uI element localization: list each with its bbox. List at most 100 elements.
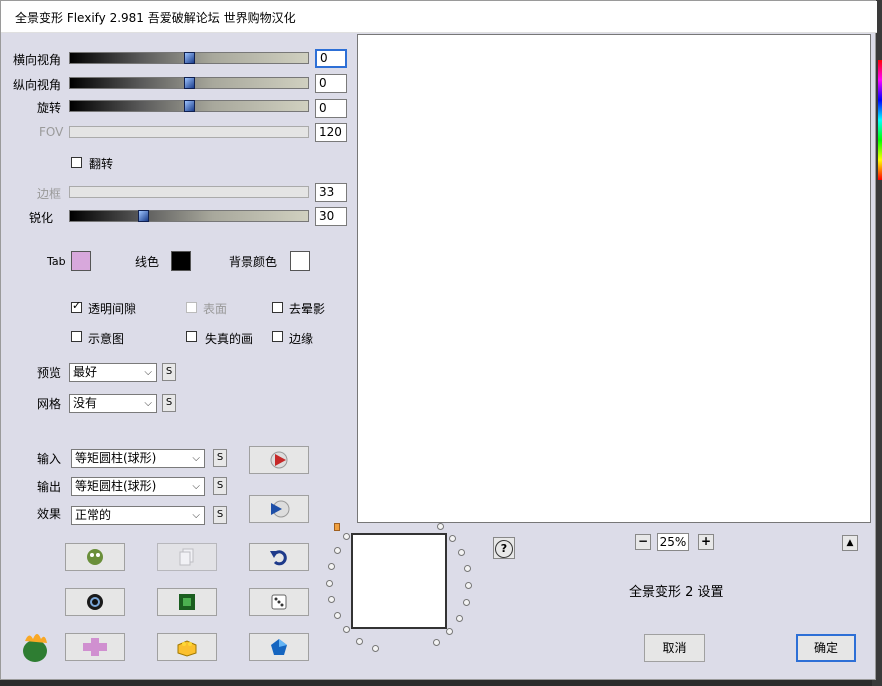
orbit-dot[interactable]: [465, 581, 473, 589]
orbit-dot[interactable]: [456, 614, 464, 622]
copy-button[interactable]: [157, 543, 217, 571]
sphere-button[interactable]: [65, 588, 125, 616]
slider-thumb[interactable]: [138, 210, 149, 222]
horizontal-view-slider[interactable]: [69, 52, 309, 64]
sharpen-slider[interactable]: [69, 210, 309, 222]
edge-checkbox[interactable]: [272, 331, 283, 342]
orbit-dot[interactable]: [463, 564, 471, 572]
orbit-dot[interactable]: [432, 638, 440, 646]
input-projection-select[interactable]: 等矩圆柱(球形) ⌵: [71, 449, 205, 468]
fov-slider: [69, 126, 309, 138]
input-label: 输入: [37, 452, 62, 466]
ok-button[interactable]: 确定: [796, 634, 856, 662]
transparent-gap-checkbox[interactable]: ✓: [71, 300, 82, 313]
undo-button[interactable]: [249, 543, 309, 571]
schematic-checkbox[interactable]: [71, 331, 82, 342]
chevron-down-icon: ⌵: [192, 510, 200, 521]
orbit-dot[interactable]: [462, 598, 470, 606]
rotate-input[interactable]: 0: [315, 99, 347, 118]
output-projection-select[interactable]: 等矩圆柱(球形) ⌵: [71, 477, 205, 496]
polyhedron-button[interactable]: [249, 633, 309, 661]
effect-value: 正常的: [75, 508, 112, 522]
grid-s-button[interactable]: S: [162, 394, 176, 412]
chevron-down-icon: ⌵: [144, 398, 152, 409]
orbit-dot[interactable]: [449, 534, 457, 542]
cancel-button[interactable]: 取消: [644, 634, 705, 662]
tile-button[interactable]: [65, 633, 125, 661]
effect-select[interactable]: 正常的 ⌵: [71, 506, 205, 525]
open-image-button[interactable]: [65, 543, 125, 571]
fov-input[interactable]: 120: [315, 123, 347, 142]
distortion-checkbox[interactable]: [186, 331, 197, 342]
zoom-out-button[interactable]: −: [635, 534, 651, 550]
label-fov: FOV: [39, 125, 64, 139]
color-strip: [878, 60, 882, 180]
play-red-icon: [270, 451, 288, 469]
lego-brick-icon: [177, 640, 197, 657]
slider-thumb[interactable]: [184, 100, 195, 112]
frog-icon: [87, 549, 103, 565]
surface-label: 表面: [203, 302, 228, 316]
line-color-swatch[interactable]: [171, 251, 191, 271]
vertical-view-slider[interactable]: [69, 77, 309, 89]
mini-preview[interactable]: [351, 533, 447, 629]
input-s-button[interactable]: S: [213, 449, 227, 467]
cube-button[interactable]: [157, 633, 217, 661]
frame-button[interactable]: [157, 588, 217, 616]
slider-thumb[interactable]: [184, 77, 195, 89]
window-title: 全景变形 Flexify 2.981 吾爱破解论坛 世界购物汉化: [15, 11, 296, 25]
orbit-dot[interactable]: [325, 579, 333, 587]
effect-s-button[interactable]: S: [213, 506, 227, 524]
undo-icon: [270, 550, 287, 566]
chevron-down-icon: ⌵: [144, 367, 152, 378]
vertical-view-input[interactable]: 0: [315, 74, 347, 93]
load-input-button[interactable]: [249, 446, 309, 474]
horizontal-view-input[interactable]: 0: [315, 49, 347, 68]
output-s-button[interactable]: S: [213, 477, 227, 495]
random-button[interactable]: [249, 588, 309, 616]
tab-color-label: Tab: [47, 255, 66, 268]
orbit-dot[interactable]: [445, 628, 453, 636]
orbit-dot[interactable]: [327, 562, 335, 570]
flip-label: 翻转: [89, 157, 114, 171]
bg-color-label: 背景颜色: [229, 255, 278, 269]
copy-icon: [179, 548, 194, 566]
chevron-down-icon: ⌵: [192, 453, 200, 464]
orbit-dot[interactable]: [371, 645, 379, 653]
bg-color-swatch[interactable]: [290, 251, 310, 271]
line-color-label: 线色: [135, 255, 160, 269]
output-label: 输出: [37, 480, 62, 494]
cross-tiles-icon: [83, 638, 107, 656]
border-input[interactable]: 33: [315, 183, 347, 202]
load-output-button[interactable]: [249, 495, 309, 523]
orbit-dot[interactable]: [333, 546, 341, 554]
preview-label: 预览: [37, 366, 62, 380]
surface-checkbox: [186, 302, 197, 313]
label-horizontal-view: 横向视角: [13, 53, 62, 67]
schematic-label: 示意图: [88, 332, 125, 346]
orbit-dot[interactable]: [356, 637, 364, 645]
help-button[interactable]: ?: [493, 537, 515, 559]
orbit-dot[interactable]: [436, 522, 444, 530]
collapse-button[interactable]: ▲: [842, 535, 858, 551]
zoom-level: 25%: [657, 533, 689, 551]
sharpen-input[interactable]: 30: [315, 207, 347, 226]
flaming-pear-logo-icon: [23, 634, 47, 662]
slider-thumb[interactable]: [184, 52, 195, 64]
orbit-dot[interactable]: [327, 596, 335, 604]
rotate-slider[interactable]: [69, 100, 309, 112]
preview-canvas[interactable]: [357, 34, 871, 523]
orbit-dot[interactable]: [458, 548, 466, 556]
preview-quality-value: 最好: [73, 365, 98, 379]
preview-s-button[interactable]: S: [162, 363, 176, 381]
zoom-in-button[interactable]: +: [698, 534, 714, 550]
pentagon-icon: [271, 639, 287, 655]
label-border: 边框: [37, 187, 62, 201]
orbit-handle[interactable]: [334, 523, 340, 531]
flip-checkbox[interactable]: [71, 157, 82, 168]
preview-quality-select[interactable]: 最好 ⌵: [69, 363, 157, 382]
tab-color-swatch[interactable]: [71, 251, 91, 271]
label-rotate: 旋转: [37, 101, 62, 115]
grid-select[interactable]: 没有 ⌵: [69, 394, 157, 413]
remove-halo-checkbox[interactable]: [272, 302, 283, 313]
